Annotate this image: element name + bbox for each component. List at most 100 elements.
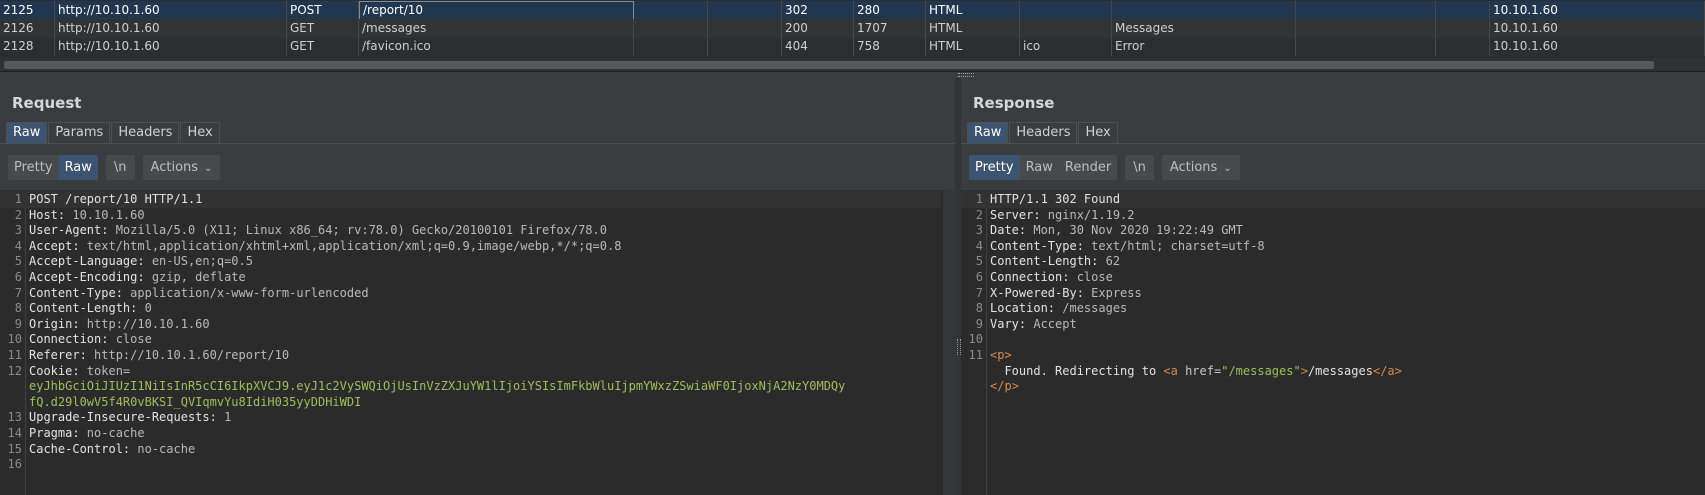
history-horizontal-scrollbar[interactable]: [0, 58, 1705, 72]
header-value: http://10.10.1.60: [79, 316, 210, 331]
line-number: 13: [7, 410, 22, 425]
header-value: 0: [137, 301, 152, 316]
code-line: 3 User-Agent: Mozilla/5.0 (X11; Linux x86…: [0, 222, 941, 239]
newline-toggle-button[interactable]: \n: [105, 155, 135, 180]
view-render-button[interactable]: Render: [1059, 155, 1117, 180]
view-raw-button[interactable]: Raw: [1020, 155, 1059, 180]
history-row[interactable]: 2125 http://10.10.1.60 POST/report/10 302 28…: [0, 1, 1705, 20]
chevron-down-icon: ⌄: [1223, 163, 1232, 174]
tab-params[interactable]: Params: [48, 122, 111, 143]
response-tab-divider: [961, 143, 1705, 144]
request-vertical-scrollbar[interactable]: [943, 190, 955, 495]
header-name: Accept-Encoding:: [29, 270, 145, 284]
history-cell-title: Error: [1112, 37, 1296, 56]
request-editor[interactable]: 1 POST /report/10 HTTP/1.1 2 Host: 10.10.1.…: [0, 190, 955, 495]
code-line: 12 Cookie: token=: [0, 363, 941, 380]
line-number: 7: [14, 285, 22, 300]
tab-raw[interactable]: Raw: [967, 122, 1009, 143]
line-content: Upgrade-Insecure-Requests: 1: [29, 409, 231, 426]
header-name: Pragma:: [29, 426, 80, 440]
header-name: Content-Type:: [29, 285, 123, 300]
tab-raw[interactable]: Raw: [6, 122, 48, 143]
actions-dropdown[interactable]: Actions ⌄: [1161, 155, 1240, 180]
header-name: Accept:: [29, 238, 80, 253]
code-line: 7 X-Powered-By: Express: [961, 285, 1705, 302]
actions-dropdown[interactable]: Actions ⌄: [142, 155, 221, 180]
header-value: close: [1069, 270, 1113, 284]
line-number: 11: [7, 348, 22, 362]
code-line: 4 Accept: text/html,application/xhtml+xml…: [0, 238, 941, 255]
line-content: <p>: [990, 347, 1012, 364]
html-token: >: [1011, 379, 1019, 394]
line-content: Vary: Accept: [990, 316, 1077, 333]
line-number: 8: [14, 301, 22, 316]
code-line: 6 Connection: close: [961, 269, 1705, 286]
history-row[interactable]: 2126 http://10.10.1.60 GET/messages 200 1707…: [0, 19, 1705, 38]
line-number: 1: [975, 192, 983, 206]
history-cell-blank: [1436, 37, 1490, 56]
header-name: Upgrade-Insecure-Requests:: [29, 410, 217, 425]
code-line: 2 Host: 10.10.1.60: [0, 207, 941, 224]
view-pretty-button[interactable]: Pretty: [969, 155, 1020, 180]
history-scrollbar-thumb[interactable]: [4, 61, 1654, 69]
line-content: Cookie: token=: [29, 363, 130, 380]
code-line: 8 Content-Length: 0: [0, 300, 941, 317]
line-number: 10: [7, 332, 22, 347]
view-raw-button[interactable]: Raw: [58, 155, 98, 180]
header-value: gzip, deflate: [144, 270, 246, 284]
header-name: Cookie:: [29, 363, 80, 378]
header-name: X-Powered-By:: [990, 285, 1084, 300]
history-cell-ext: [1020, 1, 1112, 20]
tab-hex[interactable]: Hex: [1078, 122, 1118, 143]
response-toolbar: Pretty Raw Render \n Actions ⌄: [969, 155, 1248, 180]
html-token: p: [1004, 379, 1012, 394]
header-value: 1: [216, 410, 232, 425]
line-content: fQ.d29l0wV5f4R0vBKSI_QVIqmvYu8IdiH035yyD…: [29, 394, 361, 411]
request-tabs: Raw Params Headers Hex: [6, 122, 221, 143]
tab-headers[interactable]: Headers: [1009, 122, 1078, 143]
newline-toggle-button[interactable]: \n: [1125, 155, 1154, 180]
header-value: no-cache: [130, 441, 196, 456]
history-cell-num: 2126: [0, 19, 55, 38]
history-cell-num: 2128: [0, 37, 55, 56]
request-toolbar: Pretty Raw \n Actions ⌄: [8, 155, 228, 180]
tab-hex[interactable]: Hex: [180, 122, 220, 143]
html-token: Found. Redirecting to: [990, 363, 1164, 378]
chevron-down-icon: ⌄: [204, 163, 213, 174]
html-token: >: [1300, 363, 1308, 378]
history-cell-blank: [1296, 19, 1436, 38]
line-number: 5: [14, 254, 22, 269]
line-number: 7: [975, 285, 983, 300]
line-content: Date: Mon, 30 Nov 2020 19:22:49 GMT: [990, 222, 1243, 239]
history-row[interactable]: 2128 http://10.10.1.60 GET/favicon.ico 404 7…: [0, 37, 1705, 56]
tab-headers[interactable]: Headers: [111, 122, 180, 143]
view-pretty-button[interactable]: Pretty: [8, 155, 59, 180]
code-line: 1 POST /report/10 HTTP/1.1: [0, 191, 941, 208]
line-content: Content-Type: text/html; charset=utf-8: [990, 238, 1265, 255]
header-value: token=: [79, 363, 131, 378]
header-name: Date:: [990, 223, 1027, 238]
line-number: 3: [975, 223, 983, 238]
history-cell-ip: 10.10.1.60: [1490, 19, 1705, 38]
html-token: /messages: [1307, 363, 1373, 378]
history-cell-mime: HTML: [926, 19, 1020, 38]
history-cell-blank: [634, 1, 708, 20]
request-title: Request: [12, 94, 82, 112]
code-line: 6 Accept-Encoding: gzip, deflate: [0, 269, 941, 286]
response-title: Response: [973, 94, 1055, 112]
html-token: </: [1372, 363, 1388, 378]
history-cell-title: Messages: [1112, 19, 1296, 38]
line-number: 16: [7, 457, 22, 472]
line-content: Accept: text/html,application/xhtml+xml,…: [29, 238, 621, 255]
response-editor[interactable]: 1 HTTP/1.1 302 Found 2 Server: nginx/1.19.2…: [961, 190, 1705, 495]
code-line: 5 Content-Length: 62: [961, 253, 1705, 270]
splitter-grip-icon[interactable]: [958, 73, 974, 77]
history-cell-ip: 10.10.1.60: [1490, 1, 1705, 20]
code-line: 14 Pragma: no-cache: [0, 425, 941, 442]
response-tabs: Raw Headers Hex: [967, 122, 1119, 143]
code-line: 9 Origin: http://10.10.1.60: [0, 316, 941, 333]
history-cell-mime: HTML: [926, 1, 1020, 20]
line-content: Content-Length: 0: [29, 300, 152, 317]
code-line: 2 Server: nginx/1.19.2: [961, 207, 1705, 224]
history-cell-blank: [1296, 37, 1436, 56]
